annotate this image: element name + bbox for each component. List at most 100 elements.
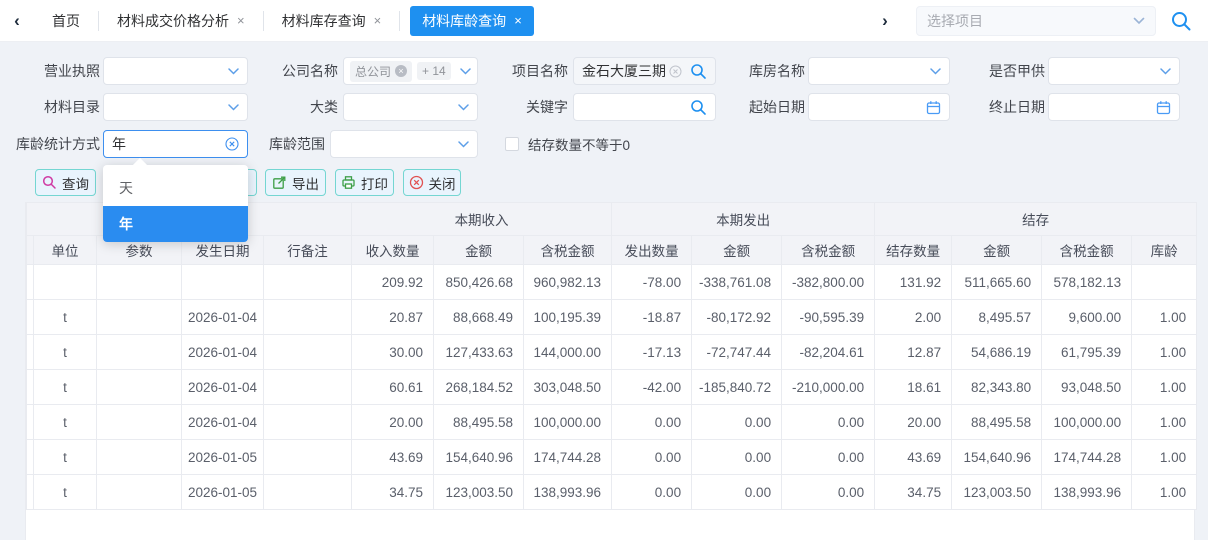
tab-label: 材料库龄查询	[422, 11, 506, 31]
dropdown-option-day[interactable]: 天	[103, 170, 248, 206]
tab-close-icon[interactable]: ×	[514, 13, 522, 28]
keyword-label: 关键字	[490, 93, 568, 121]
column-header[interactable]: 金额	[952, 236, 1042, 265]
owner-supplied-select[interactable]	[1048, 57, 1180, 85]
aging-method-value: 年	[112, 134, 126, 154]
tab-close-icon[interactable]: ×	[237, 13, 245, 28]
end-date-input[interactable]	[1048, 93, 1180, 121]
close-button[interactable]: 关闭	[403, 169, 461, 196]
row-handle-header	[27, 236, 34, 265]
column-header[interactable]: 发出数量	[612, 236, 692, 265]
table-cell	[97, 335, 182, 370]
table-cell: 578,182.13	[1042, 265, 1132, 300]
checkbox-icon[interactable]	[505, 137, 519, 151]
table-cell: 93,048.50	[1042, 370, 1132, 405]
group-header: 本期发出	[612, 203, 875, 236]
column-header[interactable]: 含税金额	[1042, 236, 1132, 265]
table-row[interactable]: 209.92850,426.68960,982.13-78.00-338,761…	[27, 265, 1197, 300]
dropdown-option-year[interactable]: 年	[103, 206, 248, 242]
tab-label: 材料成交价格分析	[117, 11, 229, 31]
column-header[interactable]: 结存数量	[875, 236, 952, 265]
business-license-label: 营业执照	[5, 57, 100, 85]
table-cell: t	[34, 300, 97, 335]
table-row[interactable]: t2026-01-0420.0088,495.58100,000.000.000…	[27, 405, 1197, 440]
row-handle-cell	[27, 475, 34, 510]
clear-icon[interactable]	[225, 137, 239, 151]
tab-home[interactable]: 首页	[34, 11, 99, 31]
start-date-label: 起始日期	[730, 93, 805, 121]
table-cell: 8,495.57	[952, 300, 1042, 335]
print-button[interactable]: 打印	[335, 169, 394, 196]
query-button-label: 查询	[62, 173, 89, 193]
warehouse-label: 库房名称	[730, 57, 805, 85]
table-cell: 1.00	[1132, 475, 1197, 510]
column-header[interactable]: 含税金额	[782, 236, 875, 265]
search-icon[interactable]	[690, 63, 707, 80]
table-row[interactable]: t2026-01-0420.8788,668.49100,195.39-18.8…	[27, 300, 1197, 335]
business-license-select[interactable]	[103, 57, 248, 85]
table-row[interactable]: t2026-01-0543.69154,640.96174,744.280.00…	[27, 440, 1197, 475]
query-button[interactable]: 查询	[35, 169, 96, 196]
table-cell: -210,000.00	[782, 370, 875, 405]
company-select[interactable]: 总公司 × + 14	[343, 57, 478, 85]
aging-range-select[interactable]	[330, 130, 478, 158]
chevron-down-icon	[1160, 68, 1171, 75]
group-header: 本期收入	[352, 203, 612, 236]
nonzero-balance-checkbox[interactable]: 结存数量不等于0	[505, 130, 630, 158]
global-search-icon[interactable]	[1170, 10, 1192, 32]
keyword-input[interactable]	[573, 93, 716, 121]
owner-supplied-label: 是否甲供	[970, 57, 1045, 85]
table-cell: 61,795.39	[1042, 335, 1132, 370]
project-select[interactable]: 选择项目	[916, 6, 1156, 36]
table-cell: 9,600.00	[1042, 300, 1132, 335]
export-button[interactable]: 导出	[265, 169, 326, 196]
row-handle-cell	[27, 300, 34, 335]
table-cell: 131.92	[875, 265, 952, 300]
table-row[interactable]: t2026-01-0460.61268,184.52303,048.50-42.…	[27, 370, 1197, 405]
row-handle-cell	[27, 265, 34, 300]
tabs-scroll-right-icon[interactable]: ›	[868, 11, 902, 31]
column-header[interactable]: 含税金额	[524, 236, 612, 265]
table-cell: t	[34, 335, 97, 370]
table-cell	[34, 265, 97, 300]
table-cell: 2026-01-04	[182, 405, 264, 440]
major-class-select[interactable]	[343, 93, 478, 121]
start-date-input[interactable]	[808, 93, 950, 121]
table-cell: 43.69	[875, 440, 952, 475]
table-cell: 88,668.49	[434, 300, 524, 335]
material-catalog-select[interactable]	[103, 93, 248, 121]
table-cell: 144,000.00	[524, 335, 612, 370]
table-cell	[97, 475, 182, 510]
tab-material-aging-query[interactable]: 材料库龄查询 ×	[410, 6, 534, 36]
table-cell: 174,744.28	[524, 440, 612, 475]
table-cell: 88,495.58	[952, 405, 1042, 440]
warehouse-select[interactable]	[808, 57, 950, 85]
chevron-down-icon	[228, 104, 239, 111]
column-header[interactable]: 库龄	[1132, 236, 1197, 265]
aging-method-label: 库龄统计方式	[0, 130, 100, 158]
tab-material-stock-query[interactable]: 材料库存查询 ×	[264, 11, 401, 31]
column-header[interactable]: 行备注	[264, 236, 352, 265]
tab-close-icon[interactable]: ×	[374, 13, 382, 28]
search-icon[interactable]	[690, 99, 707, 116]
close-circle-icon	[409, 175, 424, 190]
table-cell: t	[34, 370, 97, 405]
table-cell: 960,982.13	[524, 265, 612, 300]
column-header[interactable]: 单位	[34, 236, 97, 265]
table-cell: 100,195.39	[524, 300, 612, 335]
tag-close-icon[interactable]: ×	[395, 65, 407, 77]
project-name-input[interactable]: 金石大厦三期	[573, 57, 716, 85]
tab-label: 首页	[52, 11, 80, 31]
aging-method-input[interactable]: 年	[103, 130, 248, 158]
tabs-scroll-left-icon[interactable]: ‹	[0, 11, 34, 31]
clear-icon[interactable]	[669, 65, 682, 78]
column-header[interactable]: 金额	[692, 236, 782, 265]
column-header[interactable]: 收入数量	[352, 236, 434, 265]
calendar-icon	[1156, 100, 1171, 115]
column-header[interactable]: 金额	[434, 236, 524, 265]
table-cell: 268,184.52	[434, 370, 524, 405]
table-cell	[97, 370, 182, 405]
table-row[interactable]: t2026-01-0430.00127,433.63144,000.00-17.…	[27, 335, 1197, 370]
tab-material-price-analysis[interactable]: 材料成交价格分析 ×	[99, 11, 264, 31]
table-row[interactable]: t2026-01-0534.75123,003.50138,993.960.00…	[27, 475, 1197, 510]
